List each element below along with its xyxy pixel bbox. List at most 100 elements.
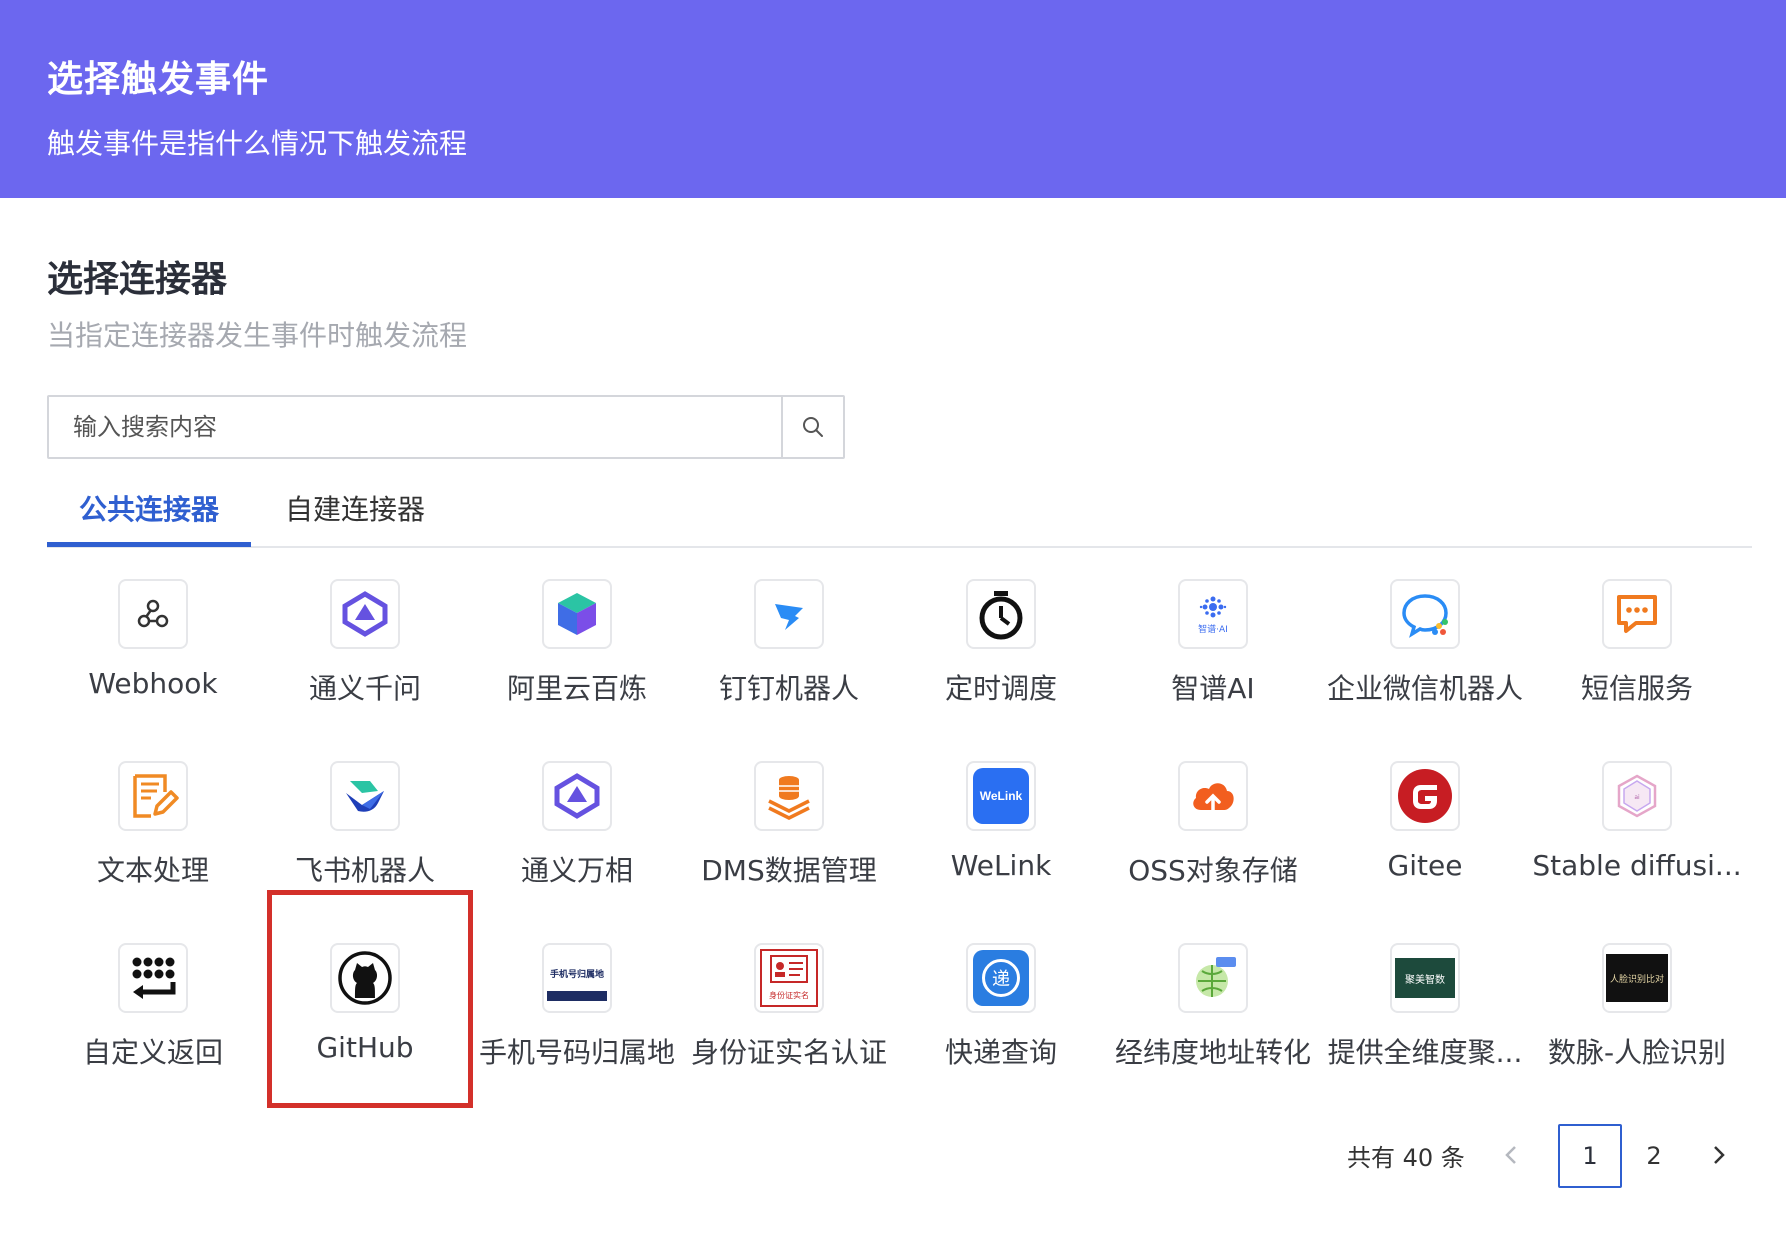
feishu-robot-icon xyxy=(330,761,400,831)
pagination-next-button[interactable] xyxy=(1702,1138,1736,1172)
wecom-robot-icon xyxy=(1390,579,1460,649)
connector-card-face-recognition[interactable]: 人脸识别比对 数脉-人脸识别 xyxy=(1531,939,1743,1109)
text-edit-icon xyxy=(118,761,188,831)
connector-label: GitHub xyxy=(316,1031,414,1064)
connector-label: 快递查询 xyxy=(944,1036,1057,1069)
connector-card-phone-location[interactable]: 手机号归属地 手机号码归属地 xyxy=(471,939,683,1109)
dingtalk-robot-icon xyxy=(754,579,824,649)
face-recognition-icon-text: 人脸识别比对 xyxy=(1609,974,1664,985)
connector-card-feishu-robot[interactable]: 飞书机器人 xyxy=(259,757,471,927)
connector-label: WeLink xyxy=(950,849,1052,882)
pagination-total: 共有 40 条 xyxy=(1347,1144,1465,1172)
connector-label: 企业微信机器人 xyxy=(1326,672,1523,705)
connector-label: 阿里云百炼 xyxy=(506,672,647,705)
tongyi-qianwen-icon xyxy=(330,579,400,649)
github-icon xyxy=(330,943,400,1013)
connector-label: 手机号码归属地 xyxy=(478,1036,675,1069)
connector-card-sms[interactable]: 短信服务 xyxy=(1531,575,1743,745)
chevron-right-icon xyxy=(1714,1146,1725,1164)
id-card-icon-text: 身份证实名 xyxy=(769,991,809,1000)
chevron-left-icon xyxy=(1505,1146,1516,1164)
connector-label: DMS数据管理 xyxy=(701,854,877,887)
connector-card-geo-convert[interactable]: 经纬度地址转化 xyxy=(1107,939,1319,1109)
pagination-prev-button[interactable] xyxy=(1494,1138,1528,1172)
connector-label: 数脉-人脸识别 xyxy=(1547,1036,1727,1069)
timer-icon xyxy=(966,579,1036,649)
geo-convert-icon xyxy=(1178,943,1248,1013)
connector-card-custom-return[interactable]: 自定义返回 xyxy=(47,939,259,1109)
section-subtitle: 当指定连接器发生事件时触发流程 xyxy=(47,319,468,352)
connector-card-tongyi-wanxiang[interactable]: 通义万相 xyxy=(471,757,683,927)
connector-card-stable-diffusion[interactable]: ai Stable diffusi... xyxy=(1531,757,1743,927)
tongyi-wanxiang-icon xyxy=(542,761,612,831)
connector-label: 钉钉机器人 xyxy=(718,672,859,705)
connector-card-oss[interactable]: OSS对象存储 xyxy=(1107,757,1319,927)
connector-card-aggregate-data[interactable]: 聚美智数 提供全维度聚... xyxy=(1319,939,1531,1109)
search-box xyxy=(47,395,845,459)
welink-icon-text: WeLink xyxy=(979,789,1023,803)
phone-location-icon: 手机号归属地 xyxy=(542,943,612,1013)
search-icon xyxy=(803,417,823,437)
connector-card-gitee[interactable]: Gitee xyxy=(1319,757,1531,927)
connector-label: 定时调度 xyxy=(944,672,1057,705)
active-tab-indicator xyxy=(47,542,251,547)
pagination-page-2[interactable]: 2 xyxy=(1622,1124,1686,1188)
gitee-icon xyxy=(1390,761,1460,831)
page-subtitle: 触发事件是指什么情况下触发流程 xyxy=(47,127,468,160)
connector-label: OSS对象存储 xyxy=(1128,854,1298,887)
tab-public-connectors[interactable]: 公共连接器 xyxy=(79,488,219,548)
svg-text:智谱·AI: 智谱·AI xyxy=(1198,623,1228,635)
connector-label: 通义千问 xyxy=(308,672,421,705)
face-recognition-icon: 人脸识别比对 xyxy=(1602,943,1672,1013)
express-query-icon-text: 递 xyxy=(992,969,1010,990)
stable-diffusion-icon: ai xyxy=(1602,761,1672,831)
connector-label: 经纬度地址转化 xyxy=(1114,1036,1311,1069)
connector-label: 身份证实名认证 xyxy=(690,1036,887,1069)
page-header: 选择触发事件 触发事件是指什么情况下触发流程 xyxy=(0,0,1786,198)
id-card-icon: 身份证实名 xyxy=(754,943,824,1013)
connector-card-text-processing[interactable]: 文本处理 xyxy=(47,757,259,927)
connector-label: Stable diffusi... xyxy=(1532,849,1742,882)
express-query-icon: 递 xyxy=(966,943,1036,1013)
connector-card-wecom-robot[interactable]: 企业微信机器人 xyxy=(1319,575,1531,745)
connector-card-aliyun-bailian[interactable]: 阿里云百炼 xyxy=(471,575,683,745)
svg-text:ai: ai xyxy=(1634,794,1640,801)
oss-cloud-icon xyxy=(1178,761,1248,831)
webhook-icon xyxy=(118,579,188,649)
connector-card-id-card[interactable]: 身份证实名 身份证实名认证 xyxy=(683,939,895,1109)
sms-icon xyxy=(1602,579,1672,649)
aggregate-data-icon: 聚美智数 xyxy=(1390,943,1460,1013)
connector-card-timer[interactable]: 定时调度 xyxy=(895,575,1107,745)
connector-label: 智谱AI xyxy=(1171,672,1255,705)
phone-location-icon-text: 手机号归属地 xyxy=(549,969,604,980)
connector-label: 文本处理 xyxy=(96,854,209,887)
connector-tabs: 公共连接器 自建连接器 xyxy=(47,488,1752,548)
connector-card-webhook[interactable]: Webhook xyxy=(47,575,259,745)
connector-label: 短信服务 xyxy=(1580,672,1693,705)
section-title: 选择连接器 xyxy=(47,259,228,300)
welink-icon: WeLink xyxy=(966,761,1036,831)
connector-label: 自定义返回 xyxy=(82,1036,223,1069)
zhipu-ai-icon: 智谱·AI xyxy=(1178,579,1248,649)
connector-card-dms[interactable]: DMS数据管理 xyxy=(683,757,895,927)
connector-label: Webhook xyxy=(88,667,218,700)
connector-label: 飞书机器人 xyxy=(294,854,435,887)
connector-card-zhipu-ai[interactable]: 智谱·AI 智谱AI xyxy=(1107,575,1319,745)
aggregate-data-icon-text: 聚美智数 xyxy=(1405,974,1445,986)
search-input[interactable] xyxy=(49,397,783,457)
dms-database-icon xyxy=(754,761,824,831)
connector-card-express-query[interactable]: 递 快递查询 xyxy=(895,939,1107,1109)
page-title: 选择触发事件 xyxy=(47,59,270,100)
connector-label: 通义万相 xyxy=(520,854,633,887)
connector-card-dingtalk-robot[interactable]: 钉钉机器人 xyxy=(683,575,895,745)
connector-card-welink[interactable]: WeLink WeLink xyxy=(895,757,1107,927)
connector-card-github[interactable]: GitHub xyxy=(259,939,471,1109)
tab-custom-connectors[interactable]: 自建连接器 xyxy=(285,488,425,548)
search-button[interactable] xyxy=(781,397,843,457)
custom-return-icon xyxy=(118,943,188,1013)
connector-label: Gitee xyxy=(1387,849,1463,882)
aliyun-bailian-icon xyxy=(542,579,612,649)
pagination-page-1[interactable]: 1 xyxy=(1558,1124,1622,1188)
connector-label: 提供全维度聚... xyxy=(1327,1036,1523,1069)
connector-card-tongyi-qianwen[interactable]: 通义千问 xyxy=(259,575,471,745)
